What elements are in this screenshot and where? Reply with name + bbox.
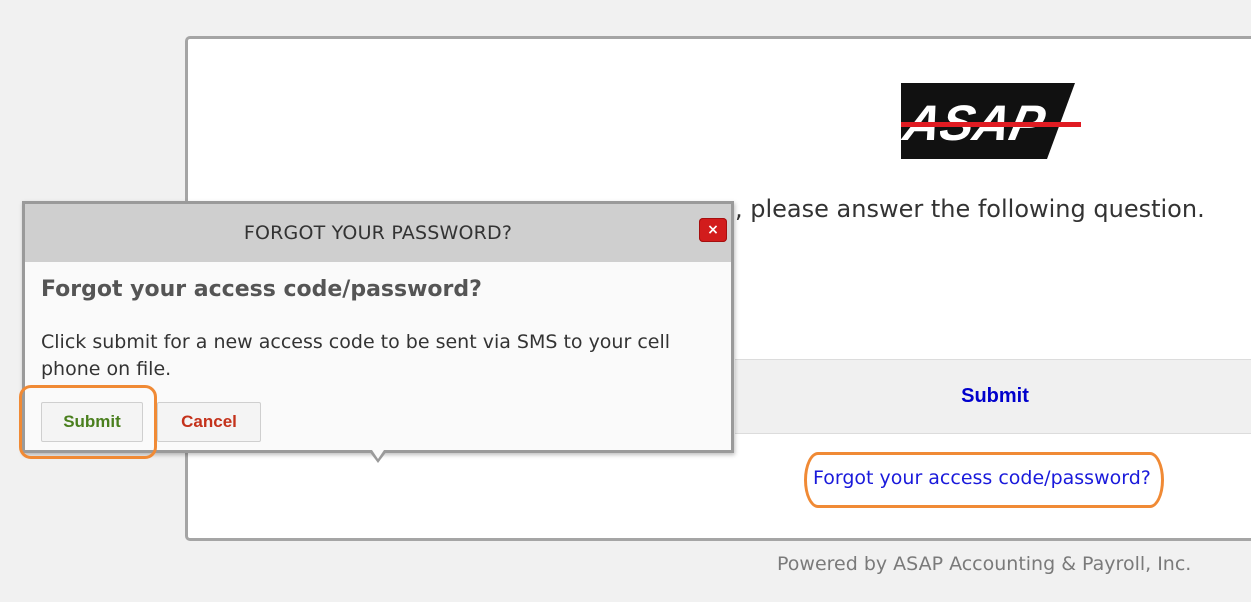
dialog-header: FORGOT YOUR PASSWORD? × bbox=[25, 204, 731, 262]
security-question-prompt: , please answer the following question. bbox=[735, 195, 1205, 223]
dialog-title: FORGOT YOUR PASSWORD? bbox=[243, 222, 513, 244]
close-icon[interactable]: × bbox=[699, 218, 727, 242]
submit-button-highlight bbox=[19, 385, 157, 459]
footer-text: Powered by ASAP Accounting & Payroll, In… bbox=[777, 553, 1192, 575]
forgot-link-highlight bbox=[804, 452, 1164, 508]
dialog-message: Click submit for a new access code to be… bbox=[41, 331, 671, 380]
popover-arrow-fill bbox=[372, 450, 384, 459]
submit-bar: Submit bbox=[735, 359, 1251, 434]
dialog-cancel-button[interactable]: Cancel bbox=[157, 402, 261, 442]
asap-logo: ASAP bbox=[901, 83, 1081, 159]
dialog-heading: Forgot your access code/password? bbox=[41, 277, 482, 302]
main-submit-button[interactable]: Submit bbox=[961, 385, 1029, 408]
